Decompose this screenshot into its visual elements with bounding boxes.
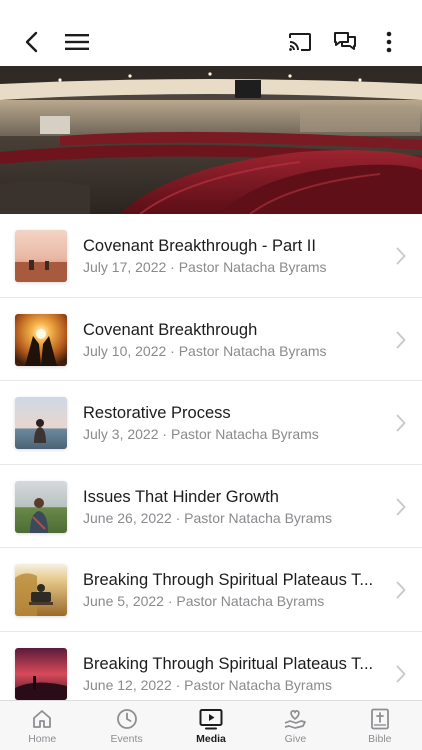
sermon-meta: June 12, 2022 · Pastor Natacha Byrams — [83, 676, 333, 693]
sermon-meta: June 5, 2022 · Pastor Natacha Byrams — [83, 593, 325, 610]
sermon-title: Covenant Breakthrough — [83, 320, 258, 339]
sermon-thumbnail — [15, 230, 67, 282]
sermon-title: Breaking Through Spiritual Plateaus T... — [83, 571, 374, 590]
tab-events[interactable]: Events — [84, 701, 168, 750]
chevron-right-icon — [396, 331, 406, 348]
chevron-right-icon — [396, 247, 406, 265]
tab-home[interactable]: Home — [0, 701, 84, 750]
list-item[interactable]: Covenant Breakthrough July 10, 2022 · Pa… — [0, 298, 422, 382]
chevron-right-icon — [396, 665, 406, 683]
tab-label: Home — [28, 733, 57, 745]
more-button[interactable] — [369, 22, 409, 62]
sermon-meta: July 3, 2022 · Pastor Natacha Byrams — [83, 426, 319, 443]
sermon-title: Issues That Hinder Growth — [83, 487, 279, 506]
tv-play-icon — [199, 709, 223, 730]
clock-icon — [116, 709, 137, 729]
tab-label: Media — [196, 733, 226, 745]
more-vertical-icon — [386, 31, 392, 53]
chevron-left-icon — [25, 31, 38, 53]
tab-label: Bible — [368, 733, 392, 745]
sermon-meta: July 17, 2022 · Pastor Natacha Byrams — [83, 259, 327, 275]
sermon-list: Covenant Breakthrough - Part II July 17,… — [0, 214, 422, 716]
hero-banner-image — [0, 66, 422, 214]
tab-label: Give — [284, 733, 307, 745]
list-item[interactable]: Restorative Process July 3, 2022 · Pasto… — [0, 381, 422, 465]
bible-cross-icon — [370, 708, 389, 730]
sermon-meta: June 26, 2022 · Pastor Natacha Byrams — [83, 509, 333, 526]
sermon-meta: July 10, 2022 · Pastor Natacha Byrams — [83, 342, 327, 359]
sermon-title: Restorative Process — [83, 404, 231, 423]
home-icon — [33, 710, 52, 728]
tab-media[interactable]: Media — [169, 701, 253, 750]
list-item[interactable]: Breaking Through Spiritual Plateaus T...… — [0, 548, 422, 632]
sermon-thumbnail — [15, 480, 67, 533]
chevron-right-icon — [396, 414, 406, 432]
sermon-thumbnail — [15, 313, 67, 366]
tab-give[interactable]: Give — [253, 701, 337, 750]
cast-button[interactable] — [280, 22, 320, 62]
sermon-thumbnail — [15, 397, 67, 450]
list-item[interactable]: Issues That Hinder Growth June 26, 2022 … — [0, 465, 422, 549]
tab-bible[interactable]: Bible — [338, 701, 422, 750]
chevron-right-icon — [396, 581, 406, 599]
sermon-thumbnail — [15, 564, 67, 617]
cast-icon — [289, 33, 311, 51]
menu-button[interactable] — [57, 22, 97, 62]
hamburger-menu-icon — [65, 34, 89, 50]
list-item[interactable]: Covenant Breakthrough - Part II July 17,… — [0, 214, 422, 298]
sermon-thumbnail — [15, 647, 67, 700]
chevron-right-icon — [396, 498, 406, 516]
sermon-title: Covenant Breakthrough - Part II — [83, 237, 316, 255]
bottom-tab-bar: Home Events Media Give Bible — [0, 700, 422, 750]
chat-bubbles-icon — [334, 32, 356, 50]
chat-button[interactable] — [325, 22, 365, 62]
sermon-title: Breaking Through Spiritual Plateaus T... — [83, 654, 374, 673]
back-button[interactable] — [12, 22, 52, 62]
tab-label: Events — [110, 733, 143, 745]
heart-hand-icon — [285, 710, 307, 729]
top-nav-bar — [0, 0, 422, 66]
